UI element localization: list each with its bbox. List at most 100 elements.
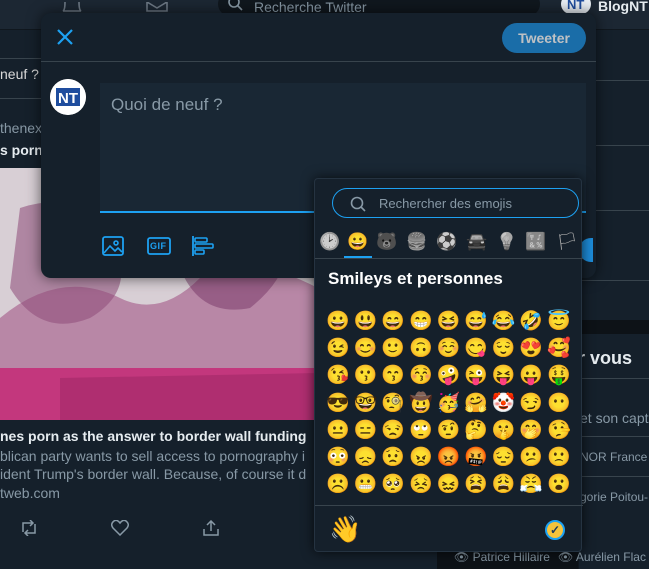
active-tab-indicator bbox=[344, 256, 372, 258]
emoji-button[interactable]: 🙃 bbox=[408, 336, 434, 362]
emoji-button[interactable]: 🤔 bbox=[463, 418, 489, 444]
like-icon[interactable] bbox=[110, 519, 130, 541]
divider bbox=[578, 476, 649, 477]
emoji-button[interactable]: 😶 bbox=[546, 391, 572, 417]
skin-tone-selected-icon[interactable]: ✓ bbox=[545, 520, 565, 540]
who-to-follow-heading: r vous bbox=[578, 348, 633, 368]
emoji-button[interactable]: 🤡 bbox=[491, 391, 517, 417]
article-description: blican party wants to sell access to por… bbox=[0, 448, 306, 464]
emoji-button[interactable]: 😮 bbox=[546, 472, 572, 498]
emoji-button[interactable]: 🙄 bbox=[408, 418, 434, 444]
emoji-button[interactable]: 😗 bbox=[353, 363, 379, 389]
emoji-button[interactable]: 😚 bbox=[408, 363, 434, 389]
emoji-button[interactable]: 😖 bbox=[435, 472, 461, 498]
divider bbox=[578, 378, 649, 379]
emoji-button[interactable]: 😞 bbox=[353, 445, 379, 471]
symbols-icon[interactable]: 🔣 bbox=[524, 230, 548, 254]
account-logo[interactable]: NT bbox=[561, 0, 591, 14]
retweet-icon[interactable] bbox=[20, 519, 38, 541]
emoji-button[interactable]: 🤪 bbox=[435, 363, 461, 389]
article-domain[interactable]: tweb.com bbox=[0, 485, 60, 501]
emoji-button[interactable]: 😂 bbox=[491, 309, 517, 335]
emoji-search-input[interactable]: Rechercher des emojis bbox=[332, 188, 579, 218]
gif-icon[interactable]: GIF bbox=[147, 234, 171, 258]
emoji-button[interactable]: 😩 bbox=[491, 472, 517, 498]
emoji-button[interactable]: 😬 bbox=[353, 472, 379, 498]
emoji-button[interactable]: 😠 bbox=[408, 445, 434, 471]
emoji-button[interactable]: 😕 bbox=[518, 445, 544, 471]
account-name[interactable]: BlogNT bbox=[598, 0, 648, 14]
emoji-button[interactable]: 🧐 bbox=[380, 391, 406, 417]
tweet-button[interactable]: Tweeter bbox=[502, 23, 586, 53]
emoji-button[interactable]: 😉 bbox=[325, 336, 351, 362]
emoji-button[interactable]: 😆 bbox=[435, 309, 461, 335]
emoji-button[interactable]: 🥺 bbox=[380, 472, 406, 498]
emoji-button[interactable]: 😊 bbox=[353, 336, 379, 362]
emoji-button[interactable]: 😣 bbox=[408, 472, 434, 498]
poll-icon[interactable] bbox=[191, 234, 215, 258]
suggestion-text[interactable]: NOR France bbox=[580, 450, 647, 464]
travel-icon[interactable]: 🚘 bbox=[465, 230, 489, 254]
animals-icon[interactable]: 🐻 bbox=[375, 230, 399, 254]
emoji-button[interactable]: 🤣 bbox=[518, 309, 544, 335]
emoji-button[interactable]: 🤨 bbox=[435, 418, 461, 444]
emoji-button[interactable]: 😡 bbox=[435, 445, 461, 471]
search-icon bbox=[350, 196, 366, 212]
image-icon[interactable] bbox=[101, 234, 125, 258]
emoji-button[interactable]: 🤗 bbox=[463, 391, 489, 417]
suggestion-text[interactable]: et son capt bbox=[580, 410, 649, 426]
skin-tone-preview[interactable]: 👋 bbox=[329, 514, 361, 544]
emoji-button[interactable]: 🤬 bbox=[463, 445, 489, 471]
emoji-button[interactable]: 😀 bbox=[325, 309, 351, 335]
emoji-button[interactable]: 😔 bbox=[491, 445, 517, 471]
emoji-button[interactable]: 😤 bbox=[518, 472, 544, 498]
emoji-button[interactable]: 😘 bbox=[325, 363, 351, 389]
emoji-button[interactable]: 😙 bbox=[380, 363, 406, 389]
emoji-button[interactable]: 🥰 bbox=[546, 336, 572, 362]
activity-icon[interactable]: ⚽ bbox=[435, 230, 459, 254]
flags-icon[interactable]: 🏳 bbox=[555, 230, 579, 254]
smileys-icon[interactable]: 😀 bbox=[346, 230, 370, 254]
emoji-button[interactable]: 😜 bbox=[463, 363, 489, 389]
emoji-button[interactable]: 😛 bbox=[518, 363, 544, 389]
emoji-button[interactable]: 🤑 bbox=[546, 363, 572, 389]
emoji-button[interactable]: 🤭 bbox=[518, 418, 544, 444]
emoji-button[interactable]: 😒 bbox=[380, 418, 406, 444]
emoji-button[interactable]: 😐 bbox=[325, 418, 351, 444]
emoji-button[interactable]: 🤓 bbox=[353, 391, 379, 417]
emoji-button[interactable]: ☹️ bbox=[325, 472, 351, 498]
emoji-button[interactable]: 😎 bbox=[325, 391, 351, 417]
article-title[interactable]: nes porn as the answer to border wall fu… bbox=[0, 428, 306, 444]
emoji-button[interactable]: 😳 bbox=[325, 445, 351, 471]
close-icon[interactable] bbox=[55, 27, 75, 47]
emoji-button[interactable]: 😇 bbox=[546, 309, 572, 335]
emoji-button[interactable]: 😌 bbox=[491, 336, 517, 362]
emoji-button[interactable]: 😅 bbox=[463, 309, 489, 335]
emoji-button[interactable]: 😋 bbox=[463, 336, 489, 362]
emoji-button[interactable]: 😁 bbox=[408, 309, 434, 335]
emoji-button[interactable]: 🤥 bbox=[546, 418, 572, 444]
recent-icon[interactable]: 🕑 bbox=[318, 230, 342, 254]
emoji-button[interactable]: ☺️ bbox=[435, 336, 461, 362]
emoji-button[interactable]: 🤠 bbox=[408, 391, 434, 417]
food-icon[interactable]: 🍔 bbox=[405, 230, 429, 254]
emoji-button[interactable]: 😟 bbox=[380, 445, 406, 471]
avatar[interactable]: NT bbox=[50, 79, 86, 115]
emoji-button[interactable]: 😫 bbox=[463, 472, 489, 498]
share-icon[interactable] bbox=[203, 519, 219, 541]
emoji-button[interactable]: 😄 bbox=[380, 309, 406, 335]
emoji-button[interactable]: 🙁 bbox=[546, 445, 572, 471]
emoji-button[interactable]: 😏 bbox=[518, 391, 544, 417]
emoji-button[interactable]: 🤫 bbox=[491, 418, 517, 444]
suggestion-text[interactable]: gorie Poitou- bbox=[580, 490, 648, 504]
emoji-button[interactable]: 😑 bbox=[353, 418, 379, 444]
emoji-button[interactable]: 🙂 bbox=[380, 336, 406, 362]
emoji-button[interactable]: 😝 bbox=[491, 363, 517, 389]
feed-username[interactable]: thenex bbox=[0, 120, 42, 136]
emoji-button[interactable]: 😍 bbox=[518, 336, 544, 362]
emoji-button[interactable]: 🥳 bbox=[435, 391, 461, 417]
feed-headline[interactable]: s porn bbox=[0, 142, 43, 158]
objects-icon[interactable]: 💡 bbox=[495, 230, 519, 254]
gif-label: GIF bbox=[150, 241, 167, 251]
emoji-button[interactable]: 😃 bbox=[353, 309, 379, 335]
